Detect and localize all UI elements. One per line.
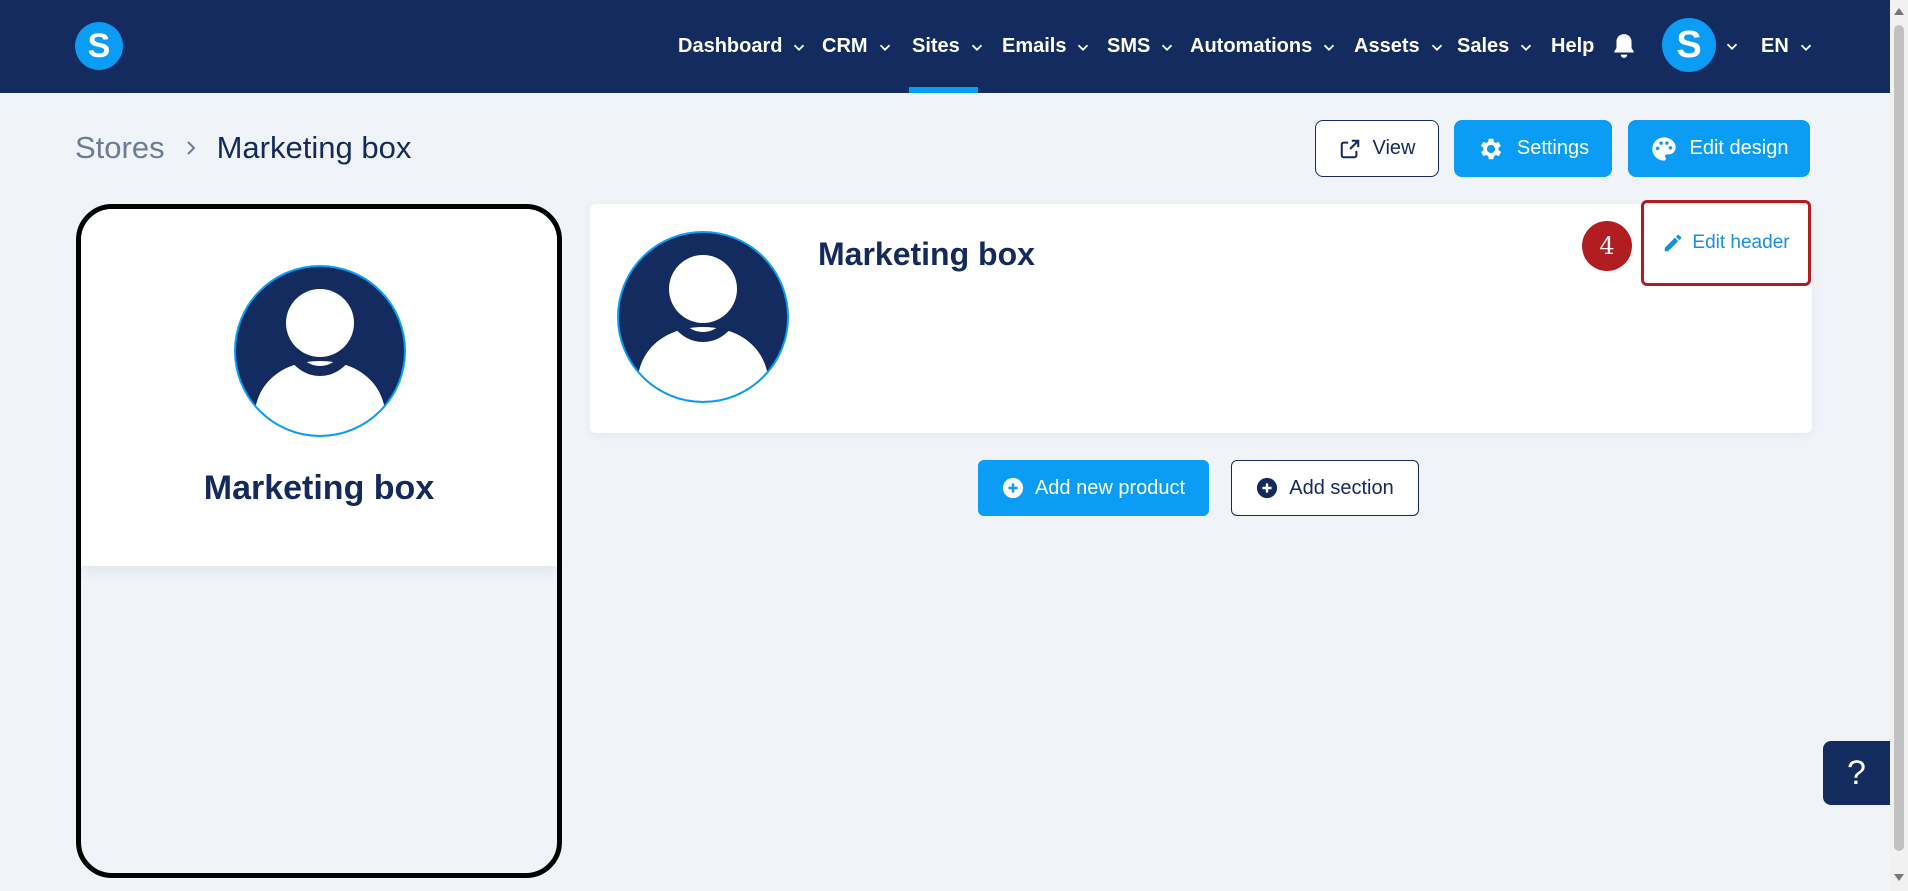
chevron-down-icon (794, 44, 805, 51)
nav-item-label: Emails (1002, 35, 1067, 57)
page-title: Marketing box (216, 130, 412, 165)
chevron-right-icon (186, 141, 196, 155)
help-button-label: ? (1847, 753, 1866, 792)
scroll-down-arrow[interactable] (1894, 874, 1904, 881)
chevron-down-icon (1521, 44, 1532, 51)
user-avatar[interactable]: S (1662, 18, 1716, 72)
nav-item-help[interactable]: Help (1551, 0, 1594, 93)
nav-item-label: CRM (822, 35, 868, 57)
store-preview-frame: Marketing box (76, 204, 562, 878)
view-button-label: View (1372, 137, 1416, 159)
step-number-badge: 4 (1582, 221, 1632, 271)
app-logo[interactable]: S (75, 22, 123, 70)
scroll-thumb[interactable] (1894, 25, 1904, 851)
edit-header-button[interactable]: Edit header (1641, 200, 1811, 286)
external-link-icon (1340, 139, 1359, 158)
gear-icon (1480, 138, 1502, 159)
view-button[interactable]: View (1315, 120, 1439, 177)
top-navigation: S Dashboard CRM Sites Emails SMS Automat… (0, 0, 1890, 93)
nav-item-sms[interactable]: SMS (1107, 0, 1176, 93)
chevron-down-icon (1800, 44, 1811, 51)
chevron-down-icon (1431, 44, 1442, 51)
add-section-button[interactable]: Add section (1231, 460, 1419, 516)
nav-item-label: SMS (1107, 35, 1151, 57)
plus-circle-icon (1002, 477, 1024, 499)
help-button[interactable]: ? (1823, 741, 1890, 805)
plus-circle-icon (1257, 477, 1278, 499)
edit-header-label: Edit header (1692, 232, 1790, 253)
chevron-down-icon (971, 44, 982, 51)
edit-design-button-label: Edit design (1689, 137, 1789, 159)
nav-item-sites[interactable]: Sites (912, 0, 986, 93)
add-section-label: Add section (1289, 476, 1394, 499)
breadcrumb: Stores Marketing box (75, 128, 411, 168)
nav-item-label: Sites (912, 35, 960, 57)
nav-item-label: Assets (1354, 35, 1420, 57)
chevron-down-icon (1078, 44, 1089, 51)
nav-active-indicator (909, 87, 978, 93)
store-header-card: Marketing box 4 Edit header (590, 200, 1812, 433)
chevron-down-icon[interactable] (1723, 37, 1741, 55)
scroll-up-arrow[interactable] (1894, 8, 1904, 15)
nav-item-label: Help (1551, 35, 1595, 57)
nav-item-label: Automations (1190, 35, 1313, 57)
settings-button-label: Settings (1516, 137, 1590, 159)
chevron-down-icon (1324, 44, 1335, 51)
page-scrollbar[interactable] (1890, 0, 1908, 891)
chevron-down-icon (879, 44, 890, 51)
language-label: EN (1761, 35, 1789, 57)
chevron-down-icon (1162, 44, 1173, 51)
preview-store-name: Marketing box (203, 469, 435, 507)
preview-header-card: Marketing box (81, 209, 557, 566)
user-avatar-icon (234, 265, 406, 437)
add-new-product-label: Add new product (1034, 476, 1186, 499)
nav-item-assets[interactable]: Assets (1354, 0, 1446, 93)
nav-item-sales[interactable]: Sales (1457, 0, 1535, 93)
breadcrumb-stores-link[interactable]: Stores (75, 130, 165, 166)
nav-item-label: Sales (1457, 35, 1510, 57)
language-selector[interactable]: EN (1761, 0, 1815, 93)
pencil-icon (1665, 234, 1682, 252)
settings-button[interactable]: Settings (1454, 120, 1612, 177)
nav-item-automations[interactable]: Automations (1190, 0, 1338, 93)
nav-item-label: Dashboard (678, 35, 783, 57)
bell-icon[interactable] (1611, 32, 1637, 60)
add-new-product-button[interactable]: Add new product (978, 460, 1209, 516)
nav-item-emails[interactable]: Emails (1002, 0, 1092, 93)
edit-design-button[interactable]: Edit design (1628, 120, 1810, 177)
palette-icon (1651, 136, 1676, 161)
nav-item-crm[interactable]: CRM (822, 0, 894, 93)
nav-item-dashboard[interactable]: Dashboard (678, 0, 808, 93)
user-avatar-icon (617, 231, 789, 403)
header-store-name: Marketing box (818, 236, 1035, 272)
